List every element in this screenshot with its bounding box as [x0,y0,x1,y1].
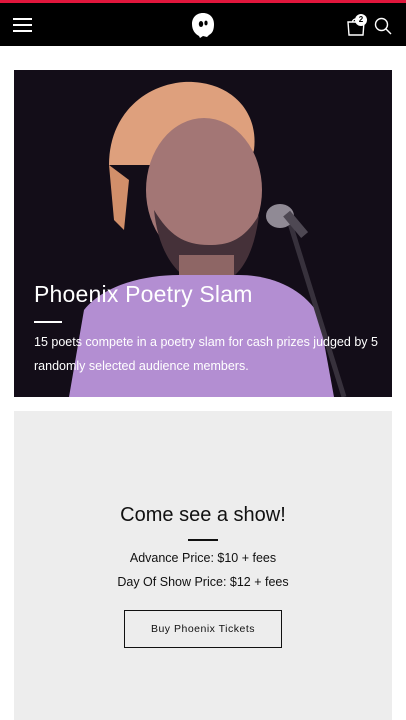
buy-tickets-button[interactable]: Buy Phoenix Tickets [124,610,282,648]
cart-count-badge: 2 [355,14,367,26]
hero-description: 15 poets compete in a poetry slam for ca… [34,335,378,373]
hero-title: Phoenix Poetry Slam [34,281,253,307]
hamburger-menu-icon[interactable] [13,17,32,33]
advance-price-text: Advance Price: $10 + fees [129,551,277,565]
search-icon[interactable] [374,17,392,35]
show-info-card: Come see a show! Advance Price: $10 + fe… [14,411,392,720]
ghost-logo-icon[interactable] [190,11,216,39]
day-of-show-price-text: Day Of Show Price: $12 + fees [117,575,289,589]
show-heading-divider [188,539,218,541]
hero-banner[interactable]: Phoenix Poetry Slam 15 poets compete in … [14,70,392,397]
hero-title-divider [34,321,62,323]
site-header: 2 [0,3,406,46]
show-heading: Come see a show! [120,504,286,526]
